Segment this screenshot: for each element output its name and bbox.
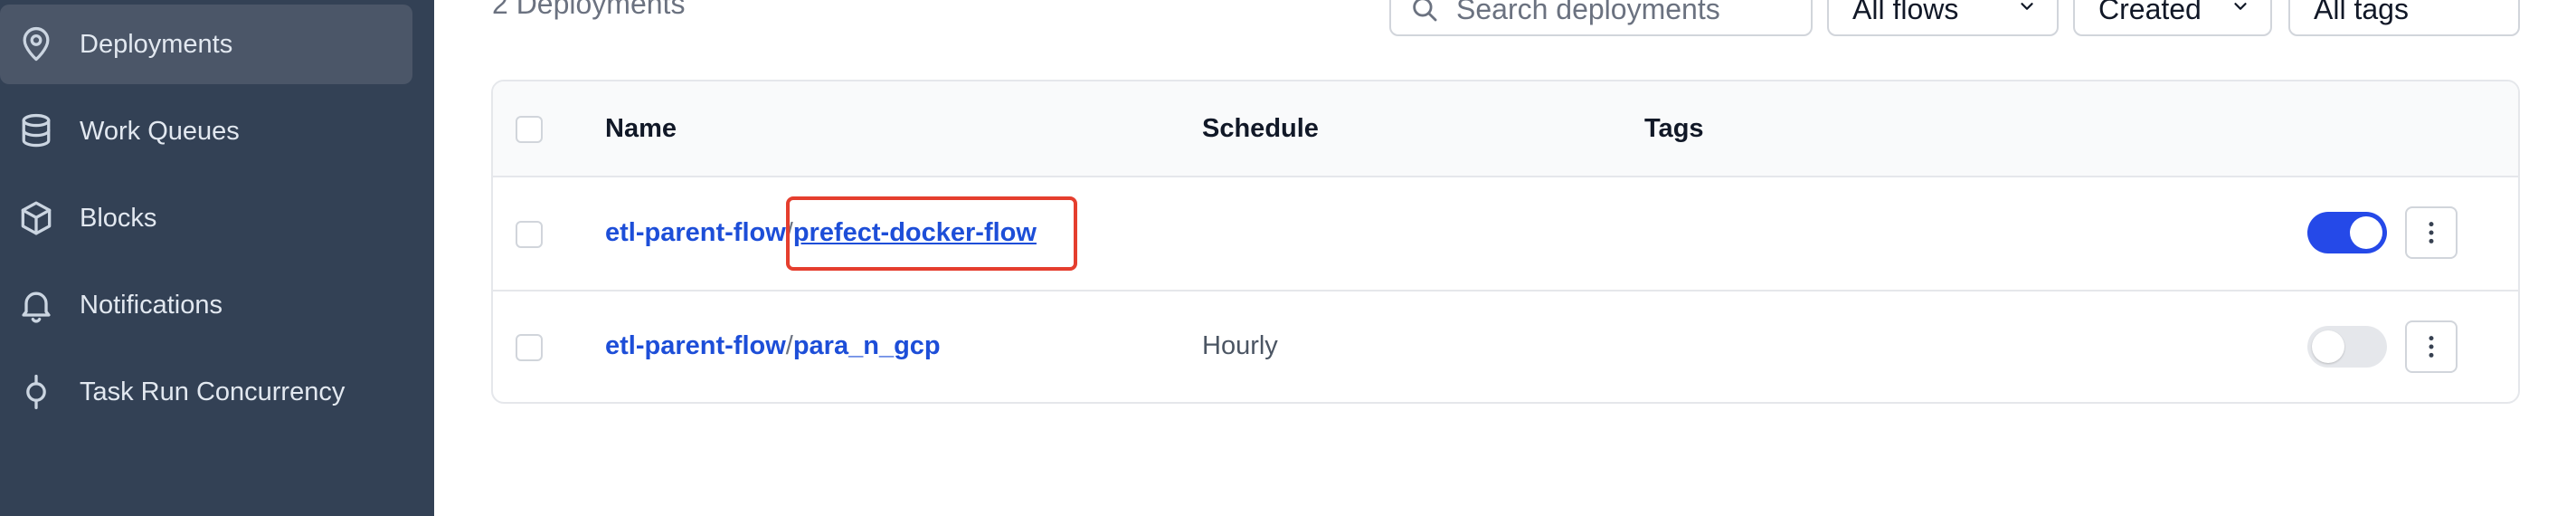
bell-icon xyxy=(16,285,56,325)
row-checkbox[interactable] xyxy=(516,334,543,361)
sidebar-item-label: Notifications xyxy=(80,290,223,320)
flows-filter-value: All flows xyxy=(1852,0,1959,25)
more-vertical-icon xyxy=(2429,336,2434,358)
deployment-active-toggle[interactable] xyxy=(2307,326,2387,368)
sidebar-item-blocks[interactable]: Blocks xyxy=(0,178,412,258)
sidebar-item-notifications[interactable]: Notifications xyxy=(0,265,412,345)
row-menu-button[interactable] xyxy=(2405,206,2458,259)
sidebar-item-deployments[interactable]: Deployments xyxy=(0,5,412,84)
deployment-active-toggle[interactable] xyxy=(2307,212,2387,253)
chevron-down-icon xyxy=(2021,3,2033,10)
column-header-name: Name xyxy=(605,114,677,143)
more-vertical-icon xyxy=(2429,222,2434,244)
highlight-box xyxy=(786,196,1077,271)
flows-filter-select[interactable]: All flows xyxy=(1827,0,2059,36)
sort-select[interactable]: Created xyxy=(2073,0,2272,36)
sort-value: Created xyxy=(2098,0,2202,25)
column-header-tags: Tags xyxy=(1644,114,1704,143)
database-icon xyxy=(16,111,56,151)
table-header: Name Schedule Tags xyxy=(493,81,2518,177)
cube-icon xyxy=(16,198,56,238)
column-header-schedule: Schedule xyxy=(1202,114,1319,143)
tags-filter-value: All tags xyxy=(2314,0,2409,25)
row-menu-button[interactable] xyxy=(2405,320,2458,373)
deployments-count: 2 Deployments xyxy=(492,0,686,20)
sidebar: Deployments Work Queues Blocks Notificat… xyxy=(0,0,434,516)
schedule-value: Hourly xyxy=(1202,331,1278,360)
sidebar-item-label: Blocks xyxy=(80,203,157,233)
deployment-name: etl-parent-flow/para_n_gcp xyxy=(605,331,941,361)
name-separator: / xyxy=(785,331,793,360)
table-row: etl-parent-flow/para_n_gcp Hourly xyxy=(493,291,2518,402)
concurrency-icon xyxy=(16,372,56,412)
search-placeholder: Search deployments xyxy=(1456,0,1720,25)
tags-filter-select[interactable]: All tags xyxy=(2288,0,2520,36)
search-input[interactable]: Search deployments xyxy=(1389,0,1813,36)
select-all-checkbox[interactable] xyxy=(516,116,543,143)
sidebar-item-label: Task Run Concurrency xyxy=(80,377,346,406)
search-icon xyxy=(1409,0,1440,24)
chevron-down-icon xyxy=(2234,3,2247,10)
toggle-knob xyxy=(2350,216,2382,249)
flow-link[interactable]: etl-parent-flow xyxy=(605,331,786,360)
sidebar-item-label: Deployments xyxy=(80,29,233,59)
toggle-knob xyxy=(2312,330,2344,363)
deployment-link[interactable]: para_n_gcp xyxy=(793,331,941,360)
location-pin-icon xyxy=(16,24,56,64)
flow-link[interactable]: etl-parent-flow xyxy=(605,218,786,247)
sidebar-item-label: Work Queues xyxy=(80,116,240,146)
row-checkbox[interactable] xyxy=(516,221,543,248)
sidebar-item-work-queues[interactable]: Work Queues xyxy=(0,91,412,171)
sidebar-item-task-run-concurrency[interactable]: Task Run Concurrency xyxy=(0,352,412,432)
